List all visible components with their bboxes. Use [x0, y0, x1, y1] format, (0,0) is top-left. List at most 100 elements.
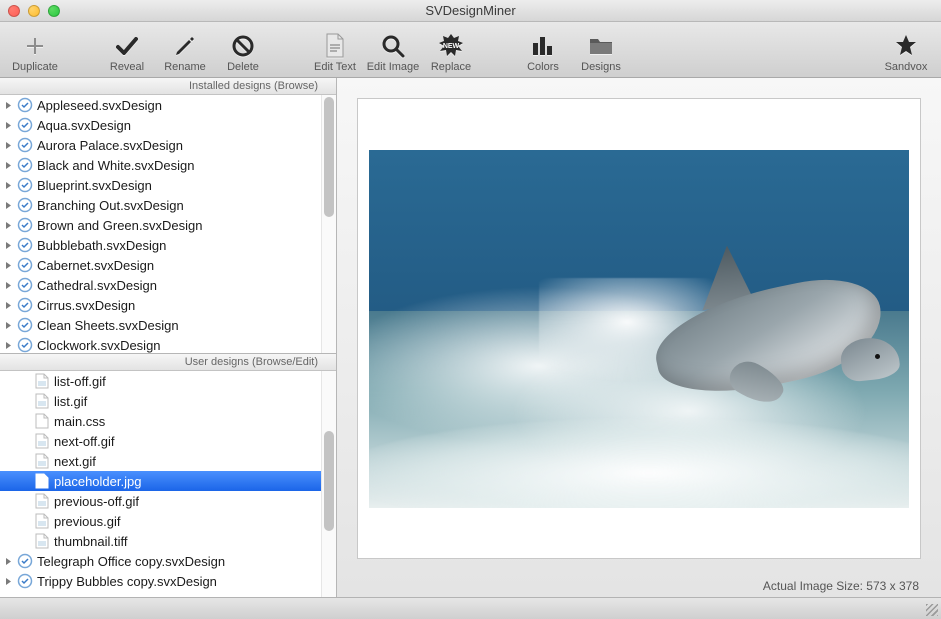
scrollbar[interactable]: [321, 371, 336, 597]
new-badge-icon: NEW: [437, 33, 465, 59]
list-item[interactable]: previous-off.gif: [0, 491, 321, 511]
disclosure-triangle-icon[interactable]: [4, 221, 13, 230]
list-item[interactable]: Clockwork.svxDesign: [0, 335, 321, 353]
preview-image: [369, 150, 909, 508]
list-item[interactable]: next-off.gif: [0, 431, 321, 451]
disclosure-triangle-icon[interactable]: [4, 161, 13, 170]
minimize-window-button[interactable]: [28, 5, 40, 17]
reveal-button[interactable]: Reveal: [100, 25, 154, 75]
scrollbar[interactable]: [321, 95, 336, 353]
list-item-label: Black and White.svxDesign: [37, 158, 195, 173]
disclosure-triangle-icon[interactable]: [4, 301, 13, 310]
list-item-label: Trippy Bubbles copy.svxDesign: [37, 574, 217, 589]
list-item[interactable]: Bubblebath.svxDesign: [0, 235, 321, 255]
window-title: SVDesignMiner: [0, 3, 941, 18]
list-item[interactable]: Cathedral.svxDesign: [0, 275, 321, 295]
design-package-icon: [17, 237, 33, 253]
design-package-icon: [17, 277, 33, 293]
list-item[interactable]: Trippy Bubbles copy.svxDesign: [0, 571, 321, 591]
list-item[interactable]: Cirrus.svxDesign: [0, 295, 321, 315]
designs-button[interactable]: Designs: [574, 25, 628, 75]
design-package-icon: [17, 197, 33, 213]
file-icon: [34, 413, 50, 429]
design-package-icon: [17, 553, 33, 569]
file-icon: [34, 533, 50, 549]
scrollbar-thumb[interactable]: [324, 431, 334, 531]
document-icon: [321, 33, 349, 59]
ban-icon: [229, 33, 257, 59]
list-item-label: thumbnail.tiff: [54, 534, 127, 549]
list-item[interactable]: placeholder.jpg: [0, 471, 321, 491]
list-item[interactable]: main.css: [0, 411, 321, 431]
star-icon: [892, 33, 920, 59]
list-item[interactable]: list-off.gif: [0, 371, 321, 391]
disclosure-triangle-icon[interactable]: [4, 577, 13, 586]
disclosure-triangle-icon[interactable]: [4, 101, 13, 110]
toolbar-label: Rename: [164, 61, 206, 73]
installed-designs-list[interactable]: Appleseed.svxDesign Aqua.svxDesignAurora …: [0, 95, 336, 353]
scrollbar-thumb[interactable]: [324, 97, 334, 217]
design-package-icon: [17, 337, 33, 353]
toolbar-label: Edit Image: [367, 61, 420, 73]
list-item-label: Cabernet.svxDesign: [37, 258, 154, 273]
delete-button[interactable]: Delete: [216, 25, 270, 75]
list-item[interactable]: Telegraph Office copy.svxDesign: [0, 551, 321, 571]
list-item[interactable]: Appleseed.svxDesign: [0, 95, 321, 115]
zoom-window-button[interactable]: [48, 5, 60, 17]
replace-button[interactable]: NEW Replace: [424, 25, 478, 75]
list-item[interactable]: Brown and Green.svxDesign: [0, 215, 321, 235]
disclosure-triangle-icon[interactable]: [4, 141, 13, 150]
rename-button[interactable]: Rename: [158, 25, 212, 75]
toolbar-label: Colors: [527, 61, 559, 73]
design-package-icon: [17, 137, 33, 153]
disclosure-triangle-icon[interactable]: [4, 121, 13, 130]
duplicate-button[interactable]: Duplicate: [8, 25, 62, 75]
disclosure-triangle-icon[interactable]: [4, 241, 13, 250]
edit-image-button[interactable]: Edit Image: [366, 25, 420, 75]
list-item[interactable]: Clean Sheets.svxDesign: [0, 315, 321, 335]
design-package-icon: [17, 157, 33, 173]
plus-icon: [21, 33, 49, 59]
list-item[interactable]: list.gif: [0, 391, 321, 411]
list-item[interactable]: Branching Out.svxDesign: [0, 195, 321, 215]
list-item-label: Appleseed.svxDesign: [37, 98, 162, 113]
list-item-label: Bubblebath.svxDesign: [37, 238, 166, 253]
disclosure-triangle-icon[interactable]: [4, 281, 13, 290]
disclosure-triangle-icon[interactable]: [4, 181, 13, 190]
installed-designs-pane: Installed designs (Browse) Appleseed.svx…: [0, 78, 336, 354]
design-package-icon: [17, 177, 33, 193]
toolbar-label: Reveal: [110, 61, 144, 73]
window-footer: [0, 597, 941, 619]
list-item[interactable]: Cabernet.svxDesign: [0, 255, 321, 275]
design-package-icon: [17, 97, 33, 113]
disclosure-triangle-icon[interactable]: [4, 321, 13, 330]
disclosure-triangle-icon[interactable]: [4, 341, 13, 350]
disclosure-triangle-icon[interactable]: [4, 261, 13, 270]
edit-text-button[interactable]: Edit Text: [308, 25, 362, 75]
list-item[interactable]: Black and White.svxDesign: [0, 155, 321, 175]
main-area: Installed designs (Browse) Appleseed.svx…: [0, 78, 941, 597]
list-item[interactable]: thumbnail.tiff: [0, 531, 321, 551]
design-package-icon: [17, 217, 33, 233]
bars-icon: [529, 33, 557, 59]
pencil-icon: [171, 33, 199, 59]
list-item-label: Clockwork.svxDesign: [37, 338, 161, 353]
close-window-button[interactable]: [8, 5, 20, 17]
list-item-label: Cirrus.svxDesign: [37, 298, 135, 313]
list-item-label: next.gif: [54, 454, 96, 469]
colors-button[interactable]: Colors: [516, 25, 570, 75]
sandvox-button[interactable]: Sandvox: [879, 25, 933, 75]
list-item[interactable]: Blueprint.svxDesign: [0, 175, 321, 195]
disclosure-triangle-icon[interactable]: [4, 557, 13, 566]
list-item-label: Brown and Green.svxDesign: [37, 218, 202, 233]
list-item[interactable]: Aqua.svxDesign: [0, 115, 321, 135]
list-item[interactable]: Aurora Palace.svxDesign: [0, 135, 321, 155]
list-item[interactable]: next.gif: [0, 451, 321, 471]
disclosure-triangle-icon[interactable]: [4, 201, 13, 210]
list-item-label: next-off.gif: [54, 434, 114, 449]
toolbar: Duplicate Reveal Rename Delete Edit Text…: [0, 22, 941, 78]
user-designs-list[interactable]: list-off.gif list.gif main.css next-off.gif…: [0, 371, 336, 597]
list-item-label: list.gif: [54, 394, 87, 409]
user-pane-header: User designs (Browse/Edit): [0, 354, 336, 371]
list-item[interactable]: previous.gif: [0, 511, 321, 531]
